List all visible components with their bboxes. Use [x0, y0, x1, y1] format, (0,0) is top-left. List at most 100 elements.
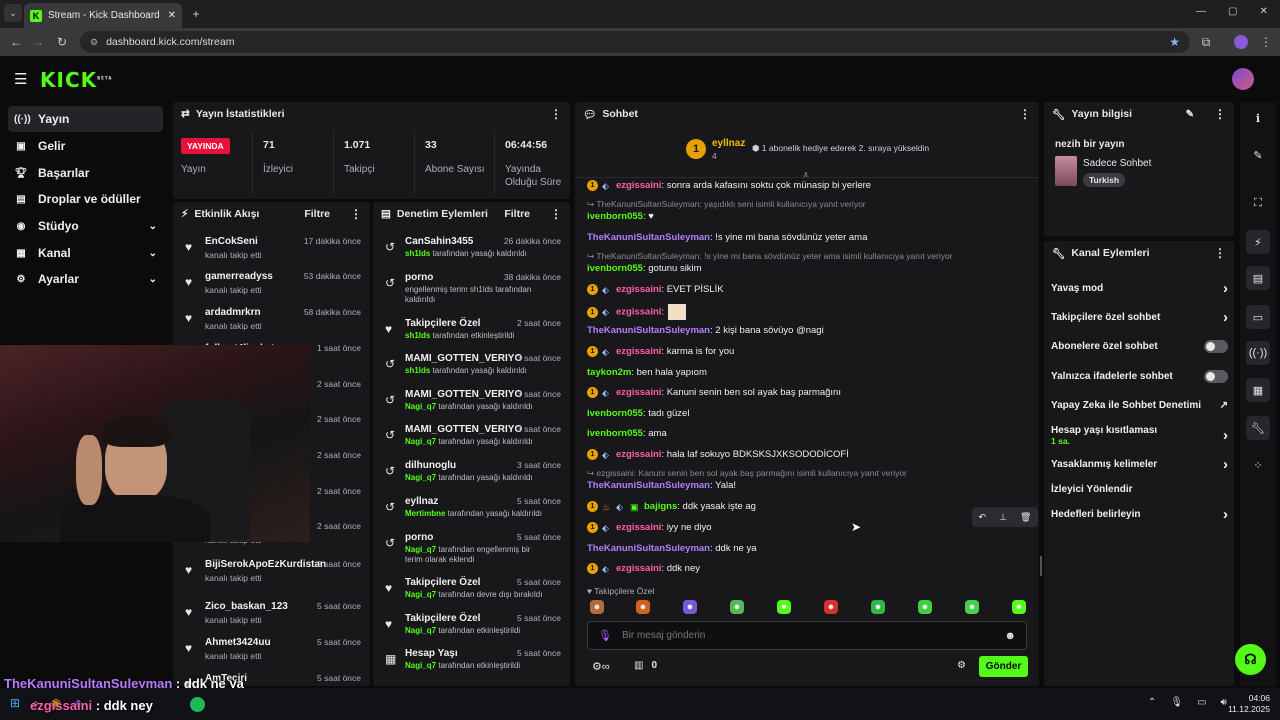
add-widget-icon[interactable]: ⁘: [1246, 453, 1270, 477]
broadcast-icon[interactable]: ((·)): [1246, 341, 1270, 365]
emote-icon[interactable]: ●: [683, 600, 697, 614]
moderation-filter-button[interactable]: Filtre: [504, 208, 530, 220]
pencil-icon[interactable]: ✎: [1246, 143, 1270, 167]
chat-username[interactable]: TheKanuniSultanSuleyman: [587, 325, 710, 336]
nav-item-kanal[interactable]: ▦ Kanal ⌄: [8, 240, 163, 266]
more-options-icon[interactable]: ⋮: [550, 107, 562, 121]
channel-action-item[interactable]: İzleyici Yönlendir: [1051, 478, 1228, 500]
nav-item-yayin[interactable]: ((·)) Yayın: [8, 106, 163, 132]
info-icon[interactable]: ℹ︎: [1246, 106, 1270, 130]
moderator-name[interactable]: Nagi_q7: [405, 437, 436, 446]
reload-icon[interactable]: ↻: [52, 32, 72, 52]
kick-logo[interactable]: KICKBETA: [40, 68, 112, 92]
activity-user[interactable]: Zico_baskan_123: [205, 601, 288, 612]
moderator-name[interactable]: Nagi_q7: [405, 402, 436, 411]
browser-menu-icon[interactable]: ⋮: [1256, 32, 1276, 52]
nav-item-basarilar[interactable]: 🏆︎ Başarılar: [8, 160, 163, 186]
forward-icon[interactable]: →: [28, 32, 48, 52]
activity-user[interactable]: gamerreadyss: [205, 271, 273, 282]
channel-action-item[interactable]: Takipçilere özel sohbet ›: [1051, 306, 1228, 328]
chat-username[interactable]: ivenborn055: [587, 211, 643, 222]
chat-username[interactable]: ezgissaini: [616, 387, 661, 398]
moderator-name[interactable]: Nagi_q7: [405, 545, 436, 554]
activity-filter-button[interactable]: Filtre: [304, 208, 330, 220]
close-window-button[interactable]: ✕: [1259, 6, 1267, 17]
channel-action-item[interactable]: Yalnızca ifadelerle sohbet: [1051, 365, 1228, 387]
moderator-name[interactable]: Nagi_q7: [405, 661, 436, 670]
chevron-up-icon[interactable]: ⌃: [1148, 697, 1156, 708]
chat-username[interactable]: TheKanuniSultanSuleyman: [587, 480, 710, 491]
microphone-icon[interactable]: 🎙︎: [598, 629, 612, 642]
profile-avatar[interactable]: [1234, 35, 1248, 49]
windows-start-icon[interactable]: ⊞: [10, 696, 20, 711]
minimize-button[interactable]: —: [1196, 6, 1206, 17]
clipboard-icon[interactable]: ▤: [1246, 266, 1270, 290]
more-options-icon[interactable]: ⋮: [1019, 107, 1031, 121]
emote-icon[interactable]: ●: [965, 600, 979, 614]
moderator-name[interactable]: sh1lds: [405, 249, 430, 258]
microphone-icon[interactable]: 🎙︎: [1170, 697, 1183, 708]
more-options-icon[interactable]: ⋮: [1214, 246, 1226, 260]
emote-icon[interactable]: ●: [636, 600, 650, 614]
pinned-user[interactable]: eyllnaz: [712, 138, 745, 149]
delete-icon[interactable]: 🗑︎: [1020, 512, 1031, 523]
close-tab-icon[interactable]: ✕: [168, 10, 176, 21]
spotify-icon[interactable]: [190, 697, 205, 712]
chat-username[interactable]: TheKanuniSultanSuleyman: [587, 232, 710, 243]
moderation-target[interactable]: dilhunoglu: [405, 460, 456, 471]
chat-username[interactable]: bajigns: [644, 501, 677, 512]
channel-action-item[interactable]: Yapay Zeka ile Sohbet Denetimi ↗: [1051, 394, 1228, 416]
moderation-target[interactable]: Hesap Yaşı: [405, 648, 458, 659]
chat-username[interactable]: ivenborn055: [587, 428, 643, 439]
gear-icon[interactable]: ⚙: [957, 660, 966, 671]
lightning-icon[interactable]: ⚡︎: [1246, 230, 1270, 254]
moderation-target[interactable]: porno: [405, 272, 433, 283]
chat-username[interactable]: ezgissaini: [616, 449, 661, 460]
moderation-target[interactable]: Takipçilere Özel: [405, 613, 480, 624]
layout-icon[interactable]: ▦: [1246, 378, 1270, 402]
activity-user[interactable]: ardadmrkrn: [205, 307, 261, 318]
edit-icon[interactable]: ✎: [1186, 109, 1194, 120]
channel-action-item[interactable]: Yasaklanmış kelimeler ›: [1051, 453, 1228, 475]
emote-icon[interactable]: ●: [590, 600, 604, 614]
nav-item-ayarlar[interactable]: ⚙ Ayarlar ⌄: [8, 266, 163, 292]
emoji-icon[interactable]: ☻: [1004, 630, 1016, 642]
tab-list-icon[interactable]: ⌄: [4, 4, 22, 22]
moderation-target[interactable]: CanSahin3455: [405, 236, 473, 247]
clock[interactable]: 04:06 11.12.2025: [1222, 693, 1270, 715]
chat-bubble-icon[interactable]: ▭: [1246, 305, 1270, 329]
maximize-button[interactable]: ▢: [1228, 6, 1237, 17]
nav-item-droplar[interactable]: ▤ Droplar ve ödüller: [8, 186, 163, 212]
moderator-name[interactable]: Mertimbne: [405, 509, 445, 518]
more-options-icon[interactable]: ⋮: [350, 207, 362, 221]
bookmark-star-icon[interactable]: ★: [1169, 35, 1180, 49]
more-options-icon[interactable]: ⋮: [1214, 107, 1226, 121]
chat-settings-icon[interactable]: ⚙∞: [592, 660, 610, 673]
user-avatar[interactable]: [1232, 68, 1254, 90]
emote-icon[interactable]: ●: [824, 600, 838, 614]
emote-icon[interactable]: ●: [918, 600, 932, 614]
chat-username[interactable]: ezgissaini: [616, 522, 661, 533]
moderator-name[interactable]: sh1lds: [405, 366, 430, 375]
pin-icon[interactable]: ⊥: [999, 512, 1007, 523]
chat-username[interactable]: TheKanuniSultanSuleyman: [587, 543, 710, 554]
moderator-name[interactable]: Nagi_q7: [405, 473, 436, 482]
emote-icon[interactable]: ●: [871, 600, 885, 614]
channel-action-item[interactable]: Yavaş mod ›: [1051, 277, 1228, 299]
fullscreen-icon[interactable]: ⛶: [1246, 191, 1270, 215]
chat-username[interactable]: ezgissaini: [616, 284, 661, 295]
back-icon[interactable]: ←: [6, 32, 26, 52]
chat-username[interactable]: ivenborn055: [587, 263, 643, 274]
channel-action-item[interactable]: Hedefleri belirleyin ›: [1051, 503, 1228, 525]
channel-action-item[interactable]: Hesap yaşı kısıtlaması 1 sa. ›: [1051, 424, 1228, 446]
moderator-name[interactable]: Nagi_q7: [405, 590, 436, 599]
url-field[interactable]: ⚙ dashboard.kick.com/stream ★: [80, 31, 1190, 53]
points-display[interactable]: ▥ 0: [634, 660, 657, 671]
support-headset-icon[interactable]: ☊: [1235, 644, 1266, 675]
chat-username[interactable]: taykon2m: [587, 367, 631, 378]
more-options-icon[interactable]: ⋮: [550, 207, 562, 221]
moderation-target[interactable]: Takipçilere Özel: [405, 318, 480, 329]
moderation-target[interactable]: Takipçilere Özel: [405, 577, 480, 588]
moderator-name[interactable]: sh1lds: [405, 331, 430, 340]
site-info-icon[interactable]: ⚙: [90, 37, 98, 48]
